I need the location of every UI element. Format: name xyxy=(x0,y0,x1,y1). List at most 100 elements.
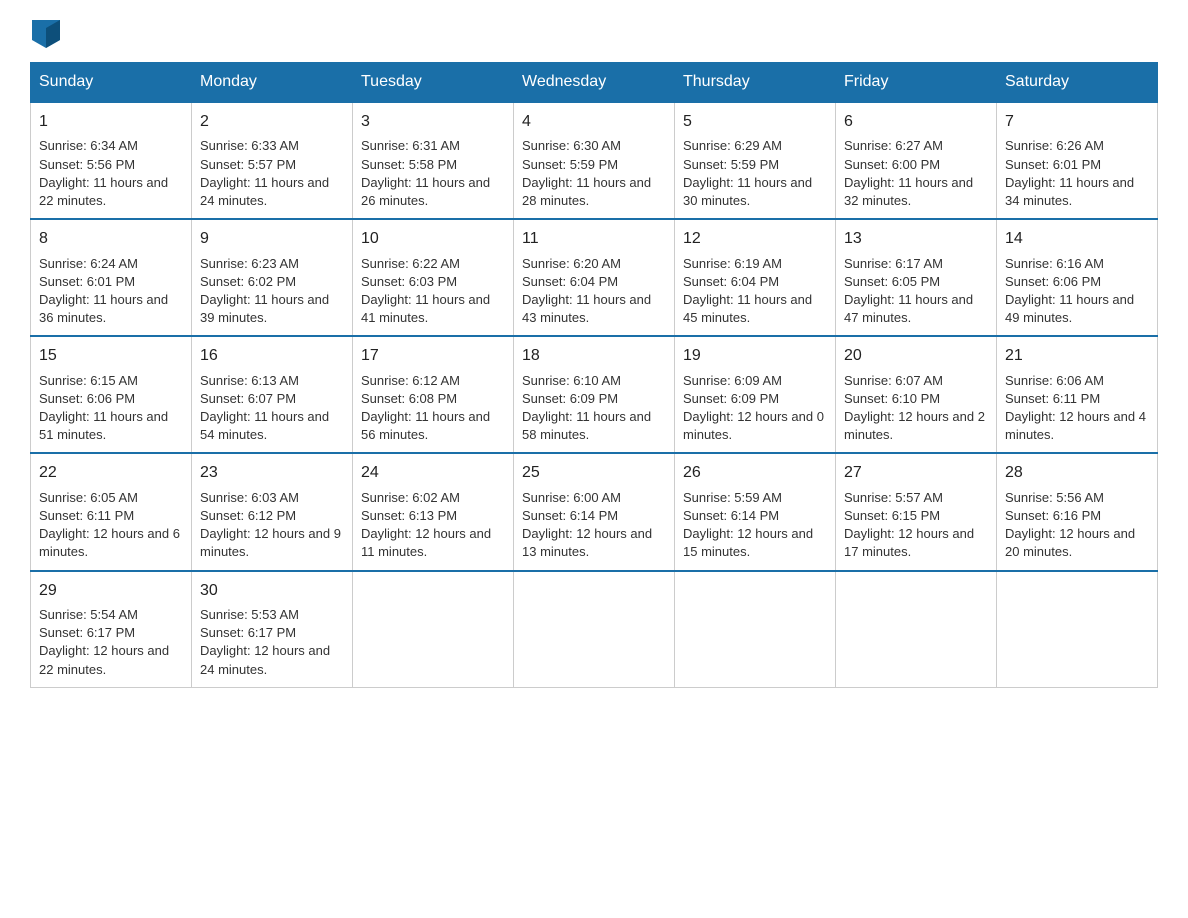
calendar-cell: 9 Sunrise: 6:23 AMSunset: 6:02 PMDayligh… xyxy=(192,219,353,336)
day-info: Sunrise: 6:20 AMSunset: 6:04 PMDaylight:… xyxy=(522,256,651,326)
calendar-cell: 3 Sunrise: 6:31 AMSunset: 5:58 PMDayligh… xyxy=(353,102,514,219)
day-number: 20 xyxy=(844,345,988,367)
calendar-cell: 13 Sunrise: 6:17 AMSunset: 6:05 PMDaylig… xyxy=(836,219,997,336)
calendar-cell: 29 Sunrise: 5:54 AMSunset: 6:17 PMDaylig… xyxy=(31,571,192,688)
calendar-week-row: 15 Sunrise: 6:15 AMSunset: 6:06 PMDaylig… xyxy=(31,336,1158,453)
calendar-cell: 11 Sunrise: 6:20 AMSunset: 6:04 PMDaylig… xyxy=(514,219,675,336)
day-number: 3 xyxy=(361,111,505,133)
day-info: Sunrise: 6:23 AMSunset: 6:02 PMDaylight:… xyxy=(200,256,329,326)
day-info: Sunrise: 6:31 AMSunset: 5:58 PMDaylight:… xyxy=(361,138,490,208)
calendar-cell xyxy=(675,571,836,688)
calendar-cell: 8 Sunrise: 6:24 AMSunset: 6:01 PMDayligh… xyxy=(31,219,192,336)
calendar-cell xyxy=(514,571,675,688)
day-info: Sunrise: 5:56 AMSunset: 6:16 PMDaylight:… xyxy=(1005,490,1135,560)
day-info: Sunrise: 5:54 AMSunset: 6:17 PMDaylight:… xyxy=(39,607,169,677)
day-info: Sunrise: 5:57 AMSunset: 6:15 PMDaylight:… xyxy=(844,490,974,560)
page-header xyxy=(30,20,1158,46)
calendar-cell: 23 Sunrise: 6:03 AMSunset: 6:12 PMDaylig… xyxy=(192,453,353,570)
weekday-header-cell: Friday xyxy=(836,63,997,103)
day-number: 24 xyxy=(361,462,505,484)
calendar-cell: 18 Sunrise: 6:10 AMSunset: 6:09 PMDaylig… xyxy=(514,336,675,453)
calendar-week-row: 1 Sunrise: 6:34 AMSunset: 5:56 PMDayligh… xyxy=(31,102,1158,219)
weekday-header-cell: Sunday xyxy=(31,63,192,103)
day-info: Sunrise: 6:17 AMSunset: 6:05 PMDaylight:… xyxy=(844,256,973,326)
day-number: 29 xyxy=(39,580,183,602)
day-info: Sunrise: 6:24 AMSunset: 6:01 PMDaylight:… xyxy=(39,256,168,326)
day-info: Sunrise: 6:02 AMSunset: 6:13 PMDaylight:… xyxy=(361,490,491,560)
day-number: 30 xyxy=(200,580,344,602)
calendar-cell: 24 Sunrise: 6:02 AMSunset: 6:13 PMDaylig… xyxy=(353,453,514,570)
day-number: 27 xyxy=(844,462,988,484)
day-info: Sunrise: 6:10 AMSunset: 6:09 PMDaylight:… xyxy=(522,373,651,443)
calendar-cell: 1 Sunrise: 6:34 AMSunset: 5:56 PMDayligh… xyxy=(31,102,192,219)
day-info: Sunrise: 6:07 AMSunset: 6:10 PMDaylight:… xyxy=(844,373,985,443)
day-number: 26 xyxy=(683,462,827,484)
day-number: 1 xyxy=(39,111,183,133)
day-number: 13 xyxy=(844,228,988,250)
weekday-header-cell: Thursday xyxy=(675,63,836,103)
day-number: 10 xyxy=(361,228,505,250)
calendar-body: 1 Sunrise: 6:34 AMSunset: 5:56 PMDayligh… xyxy=(31,102,1158,687)
calendar-cell: 16 Sunrise: 6:13 AMSunset: 6:07 PMDaylig… xyxy=(192,336,353,453)
calendar-cell xyxy=(836,571,997,688)
day-number: 18 xyxy=(522,345,666,367)
day-number: 8 xyxy=(39,228,183,250)
day-number: 4 xyxy=(522,111,666,133)
weekday-header-cell: Monday xyxy=(192,63,353,103)
day-number: 9 xyxy=(200,228,344,250)
calendar-cell: 6 Sunrise: 6:27 AMSunset: 6:00 PMDayligh… xyxy=(836,102,997,219)
day-info: Sunrise: 6:03 AMSunset: 6:12 PMDaylight:… xyxy=(200,490,341,560)
day-info: Sunrise: 6:09 AMSunset: 6:09 PMDaylight:… xyxy=(683,373,824,443)
day-number: 7 xyxy=(1005,111,1149,133)
day-info: Sunrise: 5:53 AMSunset: 6:17 PMDaylight:… xyxy=(200,607,330,677)
day-number: 17 xyxy=(361,345,505,367)
calendar-cell: 30 Sunrise: 5:53 AMSunset: 6:17 PMDaylig… xyxy=(192,571,353,688)
calendar-cell: 19 Sunrise: 6:09 AMSunset: 6:09 PMDaylig… xyxy=(675,336,836,453)
day-info: Sunrise: 6:33 AMSunset: 5:57 PMDaylight:… xyxy=(200,138,329,208)
weekday-header-cell: Tuesday xyxy=(353,63,514,103)
day-number: 2 xyxy=(200,111,344,133)
day-info: Sunrise: 6:00 AMSunset: 6:14 PMDaylight:… xyxy=(522,490,652,560)
calendar-cell: 2 Sunrise: 6:33 AMSunset: 5:57 PMDayligh… xyxy=(192,102,353,219)
calendar-week-row: 8 Sunrise: 6:24 AMSunset: 6:01 PMDayligh… xyxy=(31,219,1158,336)
calendar-cell: 10 Sunrise: 6:22 AMSunset: 6:03 PMDaylig… xyxy=(353,219,514,336)
logo-icon xyxy=(32,20,60,48)
day-number: 11 xyxy=(522,228,666,250)
day-info: Sunrise: 6:27 AMSunset: 6:00 PMDaylight:… xyxy=(844,138,973,208)
day-number: 23 xyxy=(200,462,344,484)
day-info: Sunrise: 6:06 AMSunset: 6:11 PMDaylight:… xyxy=(1005,373,1146,443)
day-info: Sunrise: 6:15 AMSunset: 6:06 PMDaylight:… xyxy=(39,373,168,443)
logo xyxy=(30,20,60,46)
day-info: Sunrise: 6:29 AMSunset: 5:59 PMDaylight:… xyxy=(683,138,812,208)
day-info: Sunrise: 6:05 AMSunset: 6:11 PMDaylight:… xyxy=(39,490,180,560)
calendar-cell: 12 Sunrise: 6:19 AMSunset: 6:04 PMDaylig… xyxy=(675,219,836,336)
day-number: 15 xyxy=(39,345,183,367)
day-number: 21 xyxy=(1005,345,1149,367)
day-number: 19 xyxy=(683,345,827,367)
calendar-cell: 4 Sunrise: 6:30 AMSunset: 5:59 PMDayligh… xyxy=(514,102,675,219)
weekday-header-row: SundayMondayTuesdayWednesdayThursdayFrid… xyxy=(31,63,1158,103)
calendar-cell: 5 Sunrise: 6:29 AMSunset: 5:59 PMDayligh… xyxy=(675,102,836,219)
day-number: 22 xyxy=(39,462,183,484)
day-number: 6 xyxy=(844,111,988,133)
day-number: 16 xyxy=(200,345,344,367)
calendar-cell xyxy=(997,571,1158,688)
calendar-cell: 22 Sunrise: 6:05 AMSunset: 6:11 PMDaylig… xyxy=(31,453,192,570)
day-number: 5 xyxy=(683,111,827,133)
calendar-cell: 28 Sunrise: 5:56 AMSunset: 6:16 PMDaylig… xyxy=(997,453,1158,570)
calendar-week-row: 22 Sunrise: 6:05 AMSunset: 6:11 PMDaylig… xyxy=(31,453,1158,570)
weekday-header-cell: Wednesday xyxy=(514,63,675,103)
calendar-cell: 25 Sunrise: 6:00 AMSunset: 6:14 PMDaylig… xyxy=(514,453,675,570)
day-number: 12 xyxy=(683,228,827,250)
day-number: 14 xyxy=(1005,228,1149,250)
day-number: 25 xyxy=(522,462,666,484)
calendar-cell: 26 Sunrise: 5:59 AMSunset: 6:14 PMDaylig… xyxy=(675,453,836,570)
calendar-week-row: 29 Sunrise: 5:54 AMSunset: 6:17 PMDaylig… xyxy=(31,571,1158,688)
calendar-table: SundayMondayTuesdayWednesdayThursdayFrid… xyxy=(30,62,1158,688)
day-info: Sunrise: 5:59 AMSunset: 6:14 PMDaylight:… xyxy=(683,490,813,560)
calendar-cell xyxy=(353,571,514,688)
day-info: Sunrise: 6:19 AMSunset: 6:04 PMDaylight:… xyxy=(683,256,812,326)
day-info: Sunrise: 6:22 AMSunset: 6:03 PMDaylight:… xyxy=(361,256,490,326)
calendar-cell: 17 Sunrise: 6:12 AMSunset: 6:08 PMDaylig… xyxy=(353,336,514,453)
calendar-cell: 7 Sunrise: 6:26 AMSunset: 6:01 PMDayligh… xyxy=(997,102,1158,219)
